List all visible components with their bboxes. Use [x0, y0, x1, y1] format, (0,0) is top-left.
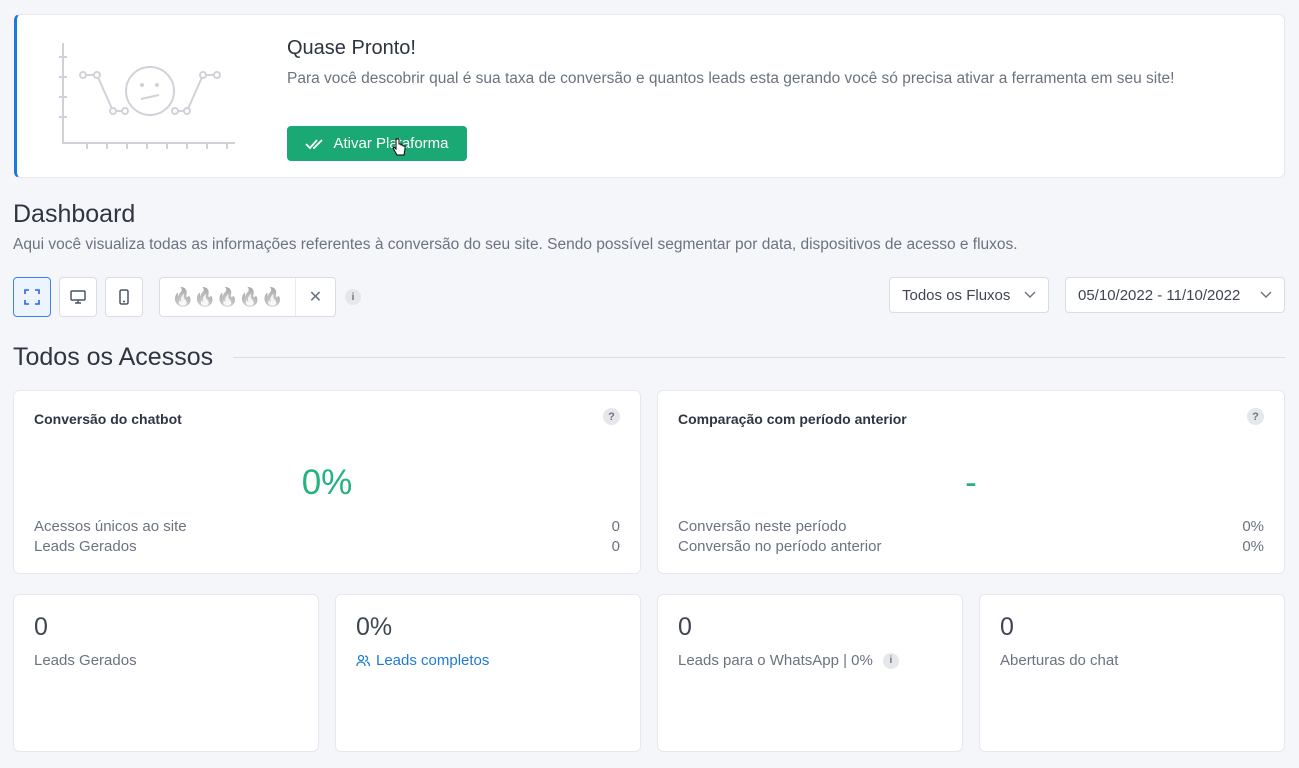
- help-icon[interactable]: ?: [603, 408, 620, 425]
- page-subtitle: Aqui você visualiza todas as informações…: [13, 236, 1018, 253]
- conversion-value: 0%: [301, 463, 353, 502]
- row-label: Leads Gerados: [34, 538, 137, 555]
- card-title: Comparação com período anterior: [678, 411, 907, 427]
- date-range-picker[interactable]: 05/10/2022 - 11/10/2022: [1065, 277, 1285, 313]
- chart-illustration-icon: [59, 43, 235, 149]
- banner-title: Quase Pronto!: [287, 37, 416, 59]
- mobile-icon: [119, 289, 129, 305]
- stat-label-text: Aberturas do chat: [1000, 652, 1119, 669]
- row-value: 0: [611, 538, 620, 555]
- stat-label: Leads para o WhatsApp | 0% i: [678, 652, 899, 669]
- users-icon: [356, 654, 370, 666]
- fire-rating-icon[interactable]: 🔥🔥🔥🔥🔥: [160, 278, 296, 316]
- unique-accesses-row: Acessos únicos ao site 0: [34, 518, 620, 535]
- banner-description: Para você descobrir qual é sua taxa de c…: [287, 70, 1175, 87]
- stat-label-text: Leads para o WhatsApp | 0%: [678, 652, 873, 669]
- stat-card-whatsapp: 0 Leads para o WhatsApp | 0% i: [657, 594, 963, 752]
- clear-filter-button[interactable]: ✕: [296, 278, 335, 316]
- comparison-value: -: [965, 463, 977, 502]
- lead-temperature-filter: 🔥🔥🔥🔥🔥 ✕: [159, 277, 336, 317]
- flow-select[interactable]: Todos os Fluxos: [889, 277, 1049, 313]
- activate-platform-button[interactable]: Ativar Plataforma: [287, 126, 467, 161]
- hand-cursor-icon: [392, 138, 406, 156]
- section-title: Todos os Acessos: [13, 343, 214, 371]
- complete-leads-link[interactable]: Leads completos: [356, 652, 489, 669]
- desktop-filter-button[interactable]: [59, 277, 97, 317]
- info-icon[interactable]: i: [345, 289, 361, 305]
- all-devices-button[interactable]: [13, 277, 51, 317]
- stat-card-chat-opens: 0 Aberturas do chat: [979, 594, 1285, 752]
- row-value: 0%: [1242, 518, 1264, 535]
- chatbot-conversion-card: Conversão do chatbot ? 0% Acessos únicos…: [13, 390, 641, 574]
- section-divider: [233, 357, 1285, 358]
- date-range-value: 05/10/2022 - 11/10/2022: [1078, 286, 1241, 304]
- row-label: Conversão neste período: [678, 518, 847, 535]
- stat-value: 0: [678, 613, 692, 641]
- page-title: Dashboard: [13, 200, 136, 228]
- stat-label-text: Leads Gerados: [34, 652, 137, 669]
- stat-card-leads: 0 Leads Gerados: [13, 594, 319, 752]
- stat-label: Leads Gerados: [34, 652, 137, 669]
- stat-value: 0: [34, 613, 48, 641]
- stat-value: 0%: [356, 613, 393, 641]
- previous-period-row: Conversão no período anterior 0%: [678, 538, 1264, 555]
- info-icon[interactable]: i: [882, 652, 899, 669]
- stat-label-text: Leads completos: [376, 652, 490, 669]
- row-label: Acessos únicos ao site: [34, 518, 187, 535]
- row-value: 0%: [1242, 538, 1264, 555]
- activation-banner: Quase Pronto! Para você descobrir qual é…: [14, 14, 1285, 178]
- all-devices-icon: [24, 289, 40, 305]
- stat-value: 0: [1000, 613, 1014, 641]
- help-icon[interactable]: ?: [1247, 408, 1264, 425]
- desktop-icon: [70, 290, 86, 304]
- leads-generated-row: Leads Gerados 0: [34, 538, 620, 555]
- period-comparison-card: Comparação com período anterior ? - Conv…: [657, 390, 1285, 574]
- flow-select-value: Todos os Fluxos: [902, 286, 1011, 304]
- stat-label: Aberturas do chat: [1000, 652, 1118, 669]
- current-period-row: Conversão neste período 0%: [678, 518, 1264, 535]
- card-title: Conversão do chatbot: [34, 411, 182, 427]
- chevron-down-icon: [1260, 291, 1272, 298]
- mobile-filter-button[interactable]: [105, 277, 143, 317]
- row-value: 0: [611, 518, 620, 535]
- stat-card-complete-leads: 0% Leads completos: [335, 594, 641, 752]
- double-check-icon: [305, 138, 324, 149]
- activate-platform-label: Ativar Plataforma: [333, 135, 449, 152]
- row-label: Conversão no período anterior: [678, 538, 882, 555]
- chevron-down-icon: [1024, 291, 1036, 298]
